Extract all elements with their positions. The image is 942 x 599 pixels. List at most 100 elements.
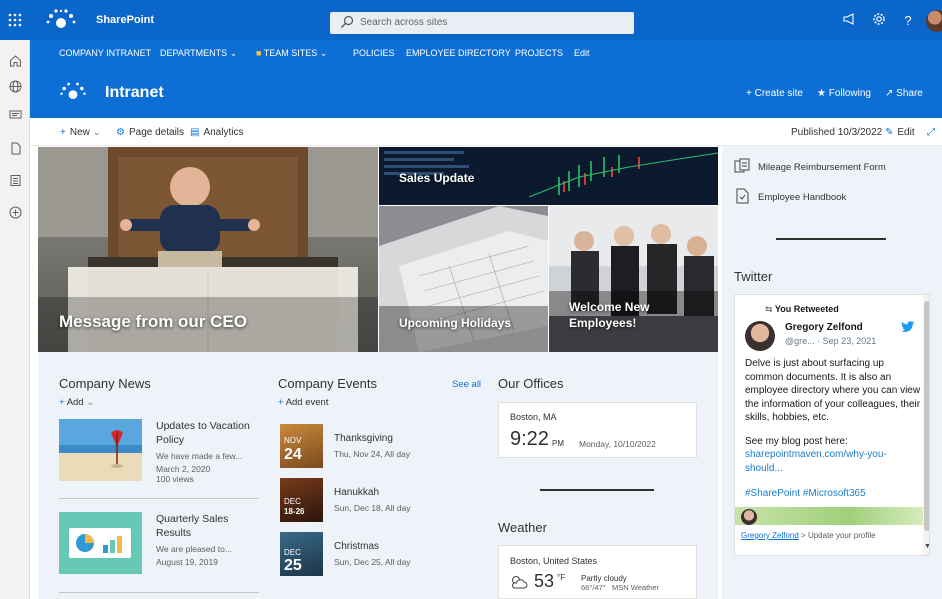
add-event-button[interactable]: + Add event <box>278 397 328 408</box>
weather-condition: Partly cloudy <box>581 574 627 583</box>
user-avatar[interactable] <box>926 10 942 32</box>
weather-location: Boston, United States <box>510 556 598 566</box>
nav-edit[interactable]: Edit <box>574 48 590 58</box>
profile-separator: > <box>801 531 806 540</box>
analytics-button[interactable]: ▤ Analytics <box>190 127 243 138</box>
megaphone-icon[interactable] <box>840 12 858 30</box>
hero-welcome-tile[interactable]: Welcome New Employees! <box>549 206 718 352</box>
list-icon[interactable] <box>6 174 24 192</box>
event-month: DEC <box>284 548 301 557</box>
event-day: 25 <box>284 557 302 574</box>
share-icon: ↗ <box>885 88 894 99</box>
event-when: Thu, Nov 24, All day <box>334 449 411 459</box>
chevron-down-icon: ⌄ <box>319 48 328 58</box>
events-see-all-link[interactable]: See all <box>452 379 481 390</box>
home-icon[interactable] <box>6 54 24 72</box>
company-logo-icon[interactable] <box>44 8 78 32</box>
analytics-icon: ▤ <box>190 127 200 138</box>
author-avatar[interactable] <box>745 321 775 351</box>
weather-footer: 66°/47° MSN Weather <box>581 583 659 592</box>
hero-holidays-tile[interactable]: Upcoming Holidays <box>379 206 548 352</box>
nav-projects[interactable]: PROJECTS <box>515 48 563 58</box>
news-item-title[interactable]: Updates to Vacation Policy <box>156 419 261 447</box>
main-content: Company News + Add ⌄ Updates to Vacation… <box>38 352 718 599</box>
event-name[interactable]: Thanksgiving <box>334 433 393 444</box>
news-item-title[interactable]: Quarterly Sales Results <box>156 512 261 540</box>
hero-sales-title: Sales Update <box>399 171 475 185</box>
quicklink-handbook[interactable]: Employee Handbook <box>734 188 934 208</box>
edit-button[interactable]: ✎ Edit <box>885 127 915 138</box>
scroll-down-icon[interactable]: ▼ <box>924 543 929 550</box>
nav-departments[interactable]: DEPARTMENTS ⌄ <box>160 48 237 59</box>
holidays-image <box>379 206 548 352</box>
event-item[interactable]: DEC 18-26 Hanukkah Sun, Dec 18, All day <box>280 478 480 524</box>
quicklink-mileage[interactable]: Mileage Reimbursement Form <box>734 158 934 178</box>
hero-ceo-title: Message from our CEO <box>59 312 247 331</box>
hub-navigation: COMPANY INTRANET DEPARTMENTS ⌄ ■ TEAM SI… <box>30 40 942 66</box>
plus-icon: + <box>278 397 284 408</box>
site-logo-icon[interactable] <box>58 80 88 104</box>
event-day: 18-26 <box>284 507 305 516</box>
add-event-label: Add event <box>285 397 329 408</box>
event-item[interactable]: NOV 24 Thanksgiving Thu, Nov 24, All day <box>280 424 480 470</box>
author-name[interactable]: Gregory Zelfond <box>785 322 863 333</box>
hero-ceo-tile[interactable]: Message from our CEO <box>38 147 378 352</box>
app-name[interactable]: SharePoint <box>96 14 154 26</box>
lock-icon: ■ <box>256 48 262 58</box>
nav-employee-directory[interactable]: EMPLOYEE DIRECTORY <box>406 48 511 58</box>
event-name[interactable]: Christmas <box>334 541 379 552</box>
profile-strip: Gregory Zelfond > Update your profile <box>741 531 876 540</box>
plus-icon: + <box>60 127 66 138</box>
site-title[interactable]: Intranet <box>105 84 164 102</box>
add-circle-icon[interactable] <box>6 206 24 224</box>
tweet-media[interactable] <box>735 507 925 525</box>
clock-date: Monday, 10/10/2022 <box>579 439 656 449</box>
tweet-scrollbar[interactable]: ▼ <box>923 295 929 555</box>
news-item-date: August 19, 2019 <box>156 557 218 567</box>
plus-icon: + <box>59 397 65 408</box>
profile-action[interactable]: Update your profile <box>808 531 876 540</box>
weather-source[interactable]: MSN Weather <box>612 583 659 592</box>
create-site-label: Create site <box>754 88 803 99</box>
nav-company-intranet[interactable]: COMPANY INTRANET <box>59 48 151 58</box>
quicklink-mileage-label: Mileage Reimbursement Form <box>758 162 886 173</box>
share-button[interactable]: ↗ Share <box>885 88 923 99</box>
twitter-bird-icon[interactable] <box>901 321 915 336</box>
tweet-link[interactable]: sharepointmaven.com/why-you-should... <box>745 448 905 475</box>
page-details-button[interactable]: ⚙ Page details <box>116 127 184 138</box>
help-icon[interactable]: ? <box>899 12 917 30</box>
create-site-button[interactable]: + Create site <box>746 88 803 99</box>
news-item[interactable]: Updates to Vacation Policy We have made … <box>59 419 259 485</box>
news-item[interactable]: Quarterly Sales Results We are pleased t… <box>59 512 259 578</box>
nav-team-sites-label: TEAM SITES <box>263 48 318 58</box>
event-item[interactable]: DEC 25 Christmas Sun, Dec 25, All day <box>280 532 480 578</box>
news-item-excerpt: We are pleased to... <box>156 544 232 554</box>
search-box[interactable]: Search across sites <box>330 12 634 34</box>
document-icon[interactable] <box>6 142 24 160</box>
nav-team-sites[interactable]: ■ TEAM SITES ⌄ <box>256 48 327 59</box>
media-avatar <box>741 509 757 525</box>
news-icon[interactable] <box>6 108 24 126</box>
event-name[interactable]: Hanukkah <box>334 487 379 498</box>
news-item-excerpt: We have made a few... <box>156 451 243 461</box>
profile-name[interactable]: Gregory Zelfond <box>741 531 799 540</box>
weather-unit: °F <box>557 573 566 582</box>
expand-icon[interactable]: ⤢ <box>927 127 939 138</box>
scrollbar-thumb[interactable] <box>924 301 929 531</box>
quicklink-handbook-label: Employee Handbook <box>758 192 847 203</box>
right-column: Mileage Reimbursement Form Employee Hand… <box>722 146 942 599</box>
waffle-icon[interactable] <box>0 8 30 32</box>
hero-sales-tile[interactable]: Sales Update <box>379 147 718 205</box>
globe-icon[interactable] <box>6 80 24 98</box>
news-title: Company News <box>59 376 151 391</box>
author-handle[interactable]: @gre... <box>785 336 815 346</box>
left-rail <box>0 40 30 599</box>
news-add-button[interactable]: + Add ⌄ <box>59 397 94 408</box>
tweet-date[interactable]: · Sep 23, 2021 <box>817 336 876 346</box>
tweet-hashtags[interactable]: #SharePoint #Microsoft365 <box>745 487 923 501</box>
nav-policies[interactable]: POLICIES <box>353 48 395 58</box>
new-button[interactable]: + New ⌄ <box>60 127 101 138</box>
following-label: Following <box>828 88 871 99</box>
following-button[interactable]: ★ Following <box>817 88 871 99</box>
gear-icon[interactable] <box>870 12 888 30</box>
